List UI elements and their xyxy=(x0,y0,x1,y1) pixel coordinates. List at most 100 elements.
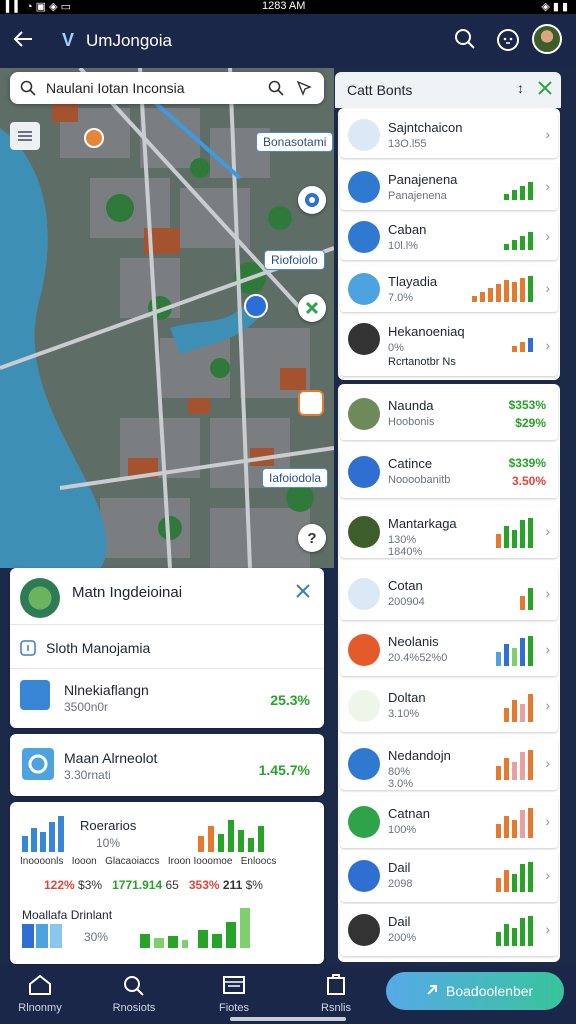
result-item[interactable]: Tlayadia 7.0% › xyxy=(340,266,558,312)
help-icon[interactable]: ? xyxy=(298,524,326,552)
row-sub: 3.30rnati xyxy=(64,768,111,782)
mini-bar xyxy=(520,704,525,722)
result-value: $29% xyxy=(515,416,546,430)
mini-bar xyxy=(528,276,533,302)
mini-bar xyxy=(528,588,533,610)
result-sub: 13O.Ɩ55 xyxy=(388,138,427,150)
result-item[interactable]: Caban 10Ɩ.Ɩ% › xyxy=(340,214,558,260)
location-marker-icon[interactable] xyxy=(244,294,268,318)
chevron-right-icon: › xyxy=(545,921,550,937)
mini-bar xyxy=(512,346,517,352)
result-value: $339% xyxy=(508,456,546,470)
nav-results-label: Rsnlis xyxy=(321,1002,351,1014)
nav-home[interactable]: Rlnonmy xyxy=(0,970,80,1020)
result-item[interactable]: Panajenena Panajenena › xyxy=(340,164,558,210)
map-label-2[interactable]: Riofoiolo xyxy=(264,250,325,270)
result-sub: 1840% xyxy=(388,546,423,558)
status-icons-left: ▍▍ ◔ ▣ ◈ ▭ xyxy=(6,1,72,13)
camera-icon xyxy=(22,748,54,780)
mini-bar xyxy=(520,520,525,548)
result-item[interactable]: Doltan 3.10% › xyxy=(340,680,558,732)
mini-bar xyxy=(512,700,517,722)
result-thumbnail xyxy=(348,578,380,610)
result-item[interactable]: Neolanis 20.4%52%0 › xyxy=(340,624,558,676)
mini-bar xyxy=(496,534,501,548)
result-sub: Rcrtanotbr Ns xyxy=(388,356,456,368)
mini-bar-chart xyxy=(504,224,536,250)
mini-bar xyxy=(528,862,533,892)
notifications-icon[interactable] xyxy=(496,28,520,52)
result-thumbnail xyxy=(348,748,380,780)
status-time: 1283 AM xyxy=(262,0,306,12)
close-icon[interactable] xyxy=(537,80,553,101)
mini-bar xyxy=(504,816,509,838)
close-icon[interactable] xyxy=(294,582,312,605)
place-title: Matn Ingdeioinai xyxy=(72,584,183,601)
back-arrow-icon[interactable] xyxy=(12,28,36,52)
result-name: Tlayadia xyxy=(388,274,438,289)
result-item[interactable]: Dail 200% › xyxy=(340,904,558,956)
mini-bar xyxy=(504,194,509,200)
chevron-right-icon: › xyxy=(545,867,550,883)
avatar[interactable] xyxy=(532,24,562,54)
app-header: V UmJongoia xyxy=(0,14,576,68)
stat-value: 122% xyxy=(44,878,75,892)
nav-search[interactable]: Rnosiots xyxy=(94,970,174,1020)
result-item[interactable]: Cotan 200904 › xyxy=(340,568,558,620)
sort-icon[interactable]: ↕ xyxy=(517,80,524,96)
nav-home-label: Rlnonmy xyxy=(18,1002,62,1014)
result-item[interactable]: Sajntchaicon 13O.Ɩ55 › xyxy=(340,112,558,158)
map-search-bar[interactable]: Naulani Iotan Inconsia xyxy=(10,72,324,104)
result-thumbnail xyxy=(348,690,380,722)
result-value: 3.50% xyxy=(511,474,546,488)
mini-bar xyxy=(528,338,533,352)
result-thumbnail xyxy=(348,456,380,488)
result-item[interactable]: Nedandojn 80% 3.0% › xyxy=(340,738,558,790)
result-sub: 130% xyxy=(388,534,417,546)
result-item[interactable]: Catince Noooobanitb $339% 3.50% xyxy=(340,446,558,498)
nav-files[interactable]: Fiotes xyxy=(194,970,274,1020)
mini-bar xyxy=(528,232,533,250)
place-thumbnail xyxy=(20,578,60,618)
poi-marker-icon[interactable] xyxy=(298,390,324,416)
search-input[interactable]: Naulani Iotan Inconsia xyxy=(46,80,185,96)
layers-button[interactable] xyxy=(10,122,40,150)
result-item[interactable]: Hekanoeniaq 0% Rcrtanotbr Ns › xyxy=(340,316,558,376)
map-label-1[interactable]: Bonasotami xyxy=(256,132,334,152)
result-item[interactable]: Dail 2098 › xyxy=(340,850,558,902)
stat-card[interactable]: Maan Alrneolot 3.30rnati 1.45.7% xyxy=(10,734,324,796)
stat-label: Iooon xyxy=(71,856,97,867)
download-button[interactable]: Boadoolenber xyxy=(386,972,564,1010)
result-sub: Noooobanitb xyxy=(388,474,451,486)
mini-bar-chart xyxy=(520,580,536,610)
result-item[interactable]: Naunda Hoobonis $353% $29% xyxy=(340,388,558,440)
nav-results[interactable]: Rsnlis xyxy=(296,970,376,1020)
mini-bar xyxy=(520,918,525,946)
map-label-3[interactable]: Iafoiodola xyxy=(262,468,329,488)
mini-bar-chart xyxy=(496,862,536,892)
chevron-right-icon: › xyxy=(545,585,550,601)
result-name: Naunda xyxy=(388,398,434,413)
result-name: Neolanis xyxy=(388,634,439,649)
result-sub: 100% xyxy=(388,824,417,836)
chevron-right-icon: › xyxy=(545,126,550,142)
app-logo-icon: V xyxy=(62,30,75,50)
mini-bar xyxy=(528,518,533,548)
result-thumbnail xyxy=(348,914,380,946)
search-icon[interactable] xyxy=(268,80,284,101)
search-icon[interactable] xyxy=(454,28,478,52)
stat-value: $% xyxy=(245,878,263,892)
result-item[interactable]: Mantarkaga 130% 1840% › xyxy=(340,506,558,558)
result-sub: 7.0% xyxy=(388,292,414,304)
stats-card: Roerarios 10% Inoooonls Iooon Glacaoiacc… xyxy=(10,802,324,964)
chevron-right-icon: › xyxy=(545,641,550,657)
result-name: Nedandojn xyxy=(388,748,451,763)
mini-bar xyxy=(504,526,509,548)
result-item[interactable]: Catnan 100% › xyxy=(340,796,558,848)
footer-chart xyxy=(140,908,260,948)
map-pin-button[interactable] xyxy=(298,186,326,214)
mini-bar-chart xyxy=(496,636,536,666)
poi-marker-icon[interactable] xyxy=(84,128,104,148)
close-icon[interactable] xyxy=(298,294,326,322)
directions-icon[interactable] xyxy=(296,80,314,101)
